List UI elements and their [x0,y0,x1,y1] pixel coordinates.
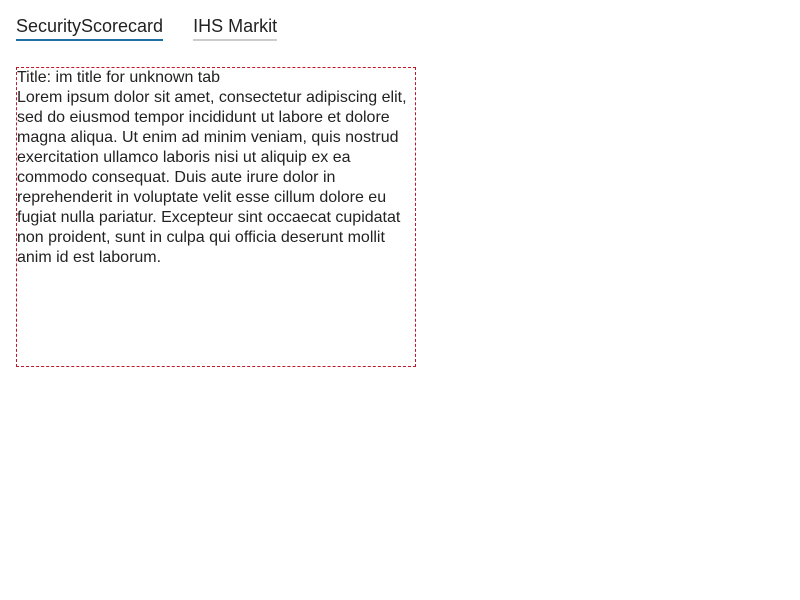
tab-bar: SecurityScorecard IHS Markit [16,14,278,41]
panel-body-text: Lorem ipsum dolor sit amet, consectetur … [17,89,407,266]
tab-ihs-markit[interactable]: IHS Markit [193,14,278,41]
tab-content-panel: Title: im title for unknown tab Lorem ip… [16,67,416,367]
tab-securityscorecard[interactable]: SecurityScorecard [16,14,164,41]
panel-title: Title: im title for unknown tab [17,69,221,86]
